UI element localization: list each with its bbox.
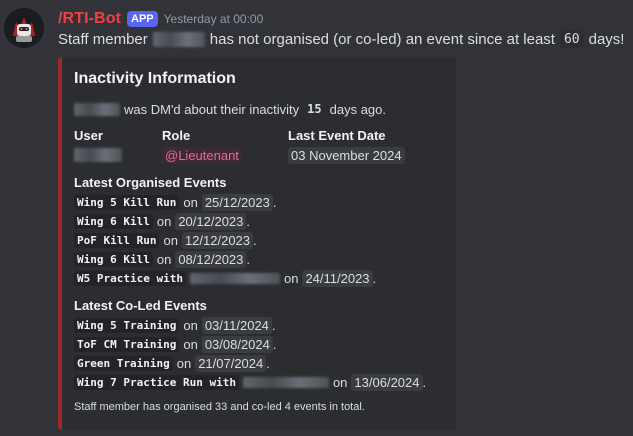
inactivity-embed: Inactivity Information was DM'd about th… xyxy=(58,57,456,430)
dm-text-a: was DM'd about their inactivity xyxy=(124,101,300,117)
on-text: on xyxy=(156,214,172,229)
coled-event-row: Wing 7 Practice Run with on 13/06/2024 . xyxy=(74,374,426,391)
event-name: W5 Practice with xyxy=(74,271,186,286)
event-date: 24/11/2023 xyxy=(302,270,373,287)
event-date: 03/11/2024 xyxy=(201,317,272,334)
coled-heading: Latest Co-Led Events xyxy=(74,298,207,313)
field-last-event-label: Last Event Date xyxy=(288,128,386,143)
on-text: on xyxy=(156,252,172,267)
redacted-participants xyxy=(189,273,280,284)
organised-event-row: Wing 5 Kill Run on 25/12/2023 . xyxy=(74,194,277,211)
redacted-username xyxy=(152,32,205,47)
field-last-event-value: 03 November 2024 xyxy=(288,147,405,164)
app-badge: APP xyxy=(127,11,158,27)
on-text: on xyxy=(163,233,178,248)
message-content: Staff member has not organised (or co-le… xyxy=(58,31,624,48)
dm-line: was DM'd about their inactivity 15 days … xyxy=(74,101,386,117)
last-event-date: 03 November 2024 xyxy=(288,147,405,164)
organised-event-row: Wing 6 Kill on 20/12/2023 . xyxy=(74,213,250,230)
organised-event-row: PoF Kill Run on 12/12/2023 . xyxy=(74,232,257,249)
on-text: on xyxy=(332,375,348,390)
robot-logo-icon xyxy=(4,8,44,48)
on-text: on xyxy=(183,337,198,352)
period: . xyxy=(246,214,251,229)
period: . xyxy=(253,233,257,248)
field-user-label: User xyxy=(74,128,103,143)
period: . xyxy=(271,318,276,333)
event-date: 03/08/2024 xyxy=(201,336,273,353)
event-name: PoF Kill Run xyxy=(74,233,160,248)
field-role-label: Role xyxy=(162,128,191,143)
field-role-value[interactable]: @Lieutenant xyxy=(162,147,242,164)
coled-event-row: Green Training on 21/07/2024 . xyxy=(74,355,270,372)
message-header: /RTI-Bot APP Yesterday at 00:00 xyxy=(58,9,263,29)
bot-avatar[interactable] xyxy=(4,8,44,48)
period: . xyxy=(272,337,277,352)
days-threshold: 60 xyxy=(559,31,584,48)
event-name: ToF CM Training xyxy=(74,337,180,352)
redacted-participants xyxy=(242,377,329,388)
role-mention[interactable]: @Lieutenant xyxy=(162,147,242,164)
event-date: 12/12/2023 xyxy=(181,232,254,249)
organised-event-row: Wing 6 Kill on 08/12/2023 . xyxy=(74,251,250,268)
on-text: on xyxy=(176,356,192,371)
event-date: 20/12/2023 xyxy=(175,213,247,230)
coled-event-row: Wing 5 Training on 03/11/2024 . xyxy=(74,317,276,334)
event-name: Wing 6 Kill xyxy=(74,252,153,267)
embed-footer: Staff member has organised 33 and co-led… xyxy=(74,401,365,413)
period: . xyxy=(266,356,270,371)
redacted-user-mention xyxy=(74,148,122,162)
organised-event-row: W5 Practice with on 24/11/2023 . xyxy=(74,270,376,287)
event-name: Wing 5 Kill Run xyxy=(74,195,180,210)
message-text-middle: has not organised (or co-led) an event s… xyxy=(209,31,555,48)
period: . xyxy=(422,375,427,390)
message-timestamp[interactable]: Yesterday at 00:00 xyxy=(164,12,264,26)
event-date: 25/12/2023 xyxy=(201,194,273,211)
event-name: Wing 5 Training xyxy=(74,318,180,333)
event-date: 13/06/2024 xyxy=(351,374,423,391)
event-name: Wing 6 Kill xyxy=(74,214,153,229)
event-date: 21/07/2024 xyxy=(195,355,267,372)
coled-event-row: ToF CM Training on 03/08/2024 . xyxy=(74,336,277,353)
on-text: on xyxy=(183,195,198,210)
dm-days: 15 xyxy=(303,101,326,117)
bot-name[interactable]: /RTI-Bot xyxy=(58,10,121,28)
message-text-after: days! xyxy=(588,31,625,48)
event-date: 08/12/2023 xyxy=(175,251,247,268)
message-text-before: Staff member xyxy=(58,31,148,48)
period: . xyxy=(246,252,251,267)
event-name: Green Training xyxy=(74,356,173,371)
period: . xyxy=(372,271,377,286)
on-text: on xyxy=(183,318,198,333)
organised-heading: Latest Organised Events xyxy=(74,175,227,190)
field-user-value[interactable] xyxy=(74,148,122,165)
on-text: on xyxy=(283,271,299,286)
embed-title: Inactivity Information xyxy=(74,70,236,87)
event-name: Wing 7 Practice Run with xyxy=(74,375,239,390)
period: . xyxy=(272,195,277,210)
redacted-username xyxy=(74,102,120,116)
dm-text-b: days ago. xyxy=(329,101,386,117)
